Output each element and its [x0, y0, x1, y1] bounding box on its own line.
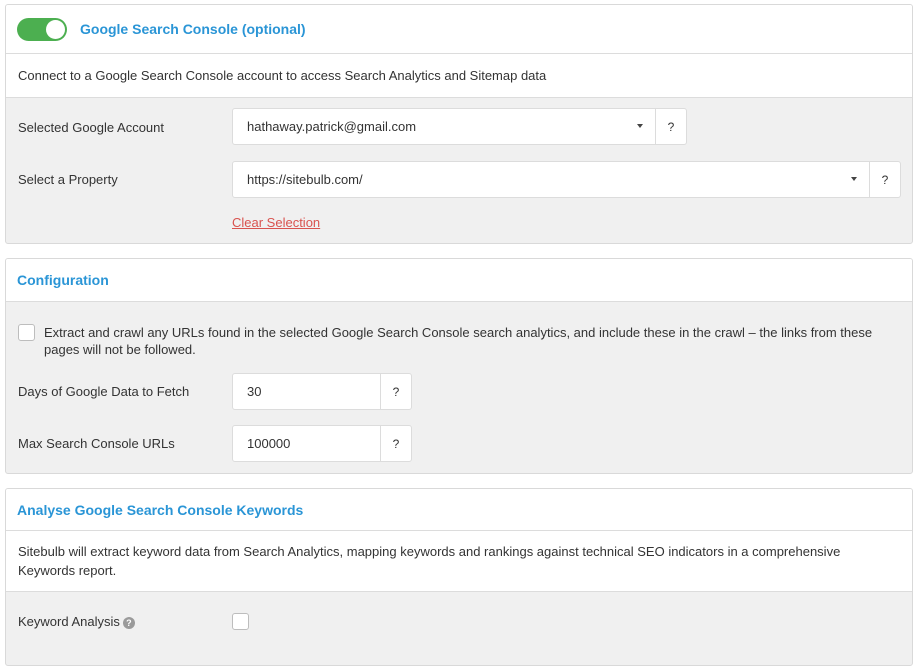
max-input[interactable]: 100000 [233, 426, 381, 461]
gsc-panel: Google Search Console (optional) Connect… [5, 4, 913, 244]
configuration-panel: Configuration Extract and crawl any URLs… [5, 258, 913, 474]
keywords-title: Analyse Google Search Console Keywords [17, 501, 304, 518]
account-select[interactable]: hathaway.patrick@gmail.com ? [232, 108, 687, 145]
keywords-header: Analyse Google Search Console Keywords [6, 489, 912, 531]
account-select-value[interactable]: hathaway.patrick@gmail.com [233, 109, 656, 144]
keyword-analysis-row: Keyword Analysis? [6, 612, 912, 636]
gsc-title: Google Search Console (optional) [80, 21, 306, 37]
property-select-value[interactable]: https://sitebulb.com/ [233, 162, 870, 197]
gsc-panel-header: Google Search Console (optional) [6, 5, 912, 54]
help-circle-icon[interactable]: ? [122, 617, 135, 629]
gsc-description: Connect to a Google Search Console accou… [6, 54, 912, 98]
keyword-analysis-label-wrap: Keyword Analysis? [18, 614, 135, 629]
extract-row: Extract and crawl any URLs found in the … [6, 323, 912, 363]
property-select[interactable]: https://sitebulb.com/ ? [232, 161, 901, 198]
configuration-header: Configuration [6, 259, 912, 302]
chevron-down-icon [851, 177, 857, 181]
keyword-analysis-checkbox[interactable] [232, 613, 249, 630]
account-help-button[interactable]: ? [656, 109, 686, 144]
days-row: Days of Google Data to Fetch 30 ? [6, 373, 912, 411]
chevron-down-icon [637, 124, 643, 128]
account-value-text: hathaway.patrick@gmail.com [247, 119, 417, 134]
keywords-panel: Analyse Google Search Console Keywords S… [5, 488, 913, 666]
property-help-button[interactable]: ? [870, 162, 900, 197]
max-input-group: 100000 ? [232, 425, 412, 462]
days-help-button[interactable]: ? [381, 374, 411, 409]
clear-selection-link[interactable]: Clear Selection [232, 215, 320, 230]
account-label: Selected Google Account [18, 120, 164, 135]
configuration-title: Configuration [17, 272, 109, 288]
toggle-knob [46, 19, 65, 39]
days-input-group: 30 ? [232, 373, 412, 410]
gsc-toggle[interactable] [17, 17, 67, 41]
extract-text: Extract and crawl any URLs found in the … [44, 325, 873, 357]
property-label: Select a Property [18, 172, 118, 187]
days-input[interactable]: 30 [233, 374, 381, 409]
max-row: Max Search Console URLs 100000 ? [6, 425, 912, 463]
keywords-description: Sitebulb will extract keyword data from … [6, 531, 912, 592]
property-row: Select a Property https://sitebulb.com/ … [6, 161, 912, 199]
max-help-button[interactable]: ? [381, 426, 411, 461]
keyword-analysis-label: Keyword Analysis [18, 614, 120, 629]
account-row: Selected Google Account hathaway.patrick… [6, 108, 912, 146]
property-value-text: https://sitebulb.com/ [247, 172, 363, 187]
days-label: Days of Google Data to Fetch [18, 384, 190, 399]
max-label: Max Search Console URLs [18, 436, 175, 451]
extract-checkbox[interactable] [18, 324, 35, 341]
